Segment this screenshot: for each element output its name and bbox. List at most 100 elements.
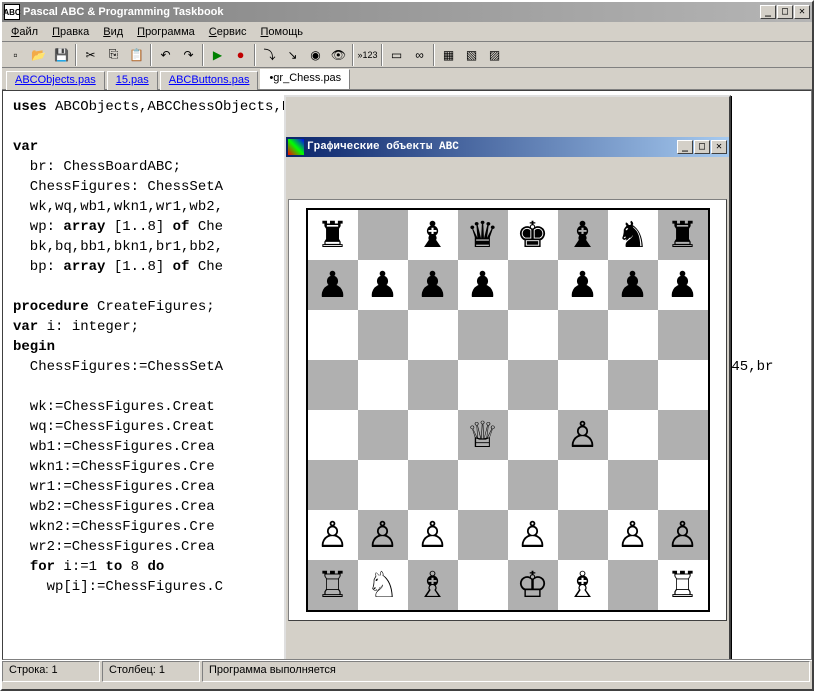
tab-15pas[interactable]: 15.pas: [107, 71, 158, 90]
piece-wP[interactable]: ♙: [416, 517, 448, 553]
square[interactable]: [508, 310, 558, 360]
piece-wB[interactable]: ♗: [566, 567, 598, 603]
square[interactable]: [458, 460, 508, 510]
square[interactable]: [508, 460, 558, 510]
piece-bK[interactable]: ♚: [516, 217, 548, 253]
piece-bP[interactable]: ♟: [366, 267, 398, 303]
square[interactable]: [308, 460, 358, 510]
square[interactable]: ♗: [408, 560, 458, 610]
tab-ABCButtonspas[interactable]: ABCButtons.pas: [160, 71, 259, 90]
square[interactable]: [658, 410, 708, 460]
square[interactable]: [358, 360, 408, 410]
square[interactable]: ♟: [558, 260, 608, 310]
editor-button[interactable]: ▦: [437, 44, 460, 66]
square[interactable]: ♜: [658, 210, 708, 260]
square[interactable]: [458, 360, 508, 410]
piece-wN[interactable]: ♘: [366, 567, 398, 603]
cut-button[interactable]: ✂: [79, 44, 102, 66]
redo-button[interactable]: ↷: [177, 44, 200, 66]
square[interactable]: ♛: [458, 210, 508, 260]
square[interactable]: ♜: [308, 210, 358, 260]
open-button[interactable]: 📂: [27, 44, 50, 66]
square[interactable]: [358, 310, 408, 360]
piece-bN[interactable]: ♞: [616, 217, 648, 253]
piece-wQ[interactable]: ♕: [466, 417, 498, 453]
piece-bB[interactable]: ♝: [566, 217, 598, 253]
save-button[interactable]: 💾: [50, 44, 73, 66]
square[interactable]: [458, 310, 508, 360]
piece-wR[interactable]: ♖: [666, 567, 698, 603]
piece-wB[interactable]: ♗: [416, 567, 448, 603]
piece-bB[interactable]: ♝: [416, 217, 448, 253]
square[interactable]: [508, 360, 558, 410]
main-titlebar[interactable]: ABC Pascal ABC & Programming Taskbook _ …: [2, 2, 812, 22]
square[interactable]: ♙: [658, 510, 708, 560]
square[interactable]: [408, 460, 458, 510]
input-button[interactable]: »123: [356, 44, 379, 66]
piece-wP[interactable]: ♙: [516, 517, 548, 553]
tab-ABCObjectspas[interactable]: ABCObjects.pas: [6, 71, 105, 90]
square[interactable]: [658, 460, 708, 510]
square[interactable]: [508, 410, 558, 460]
square[interactable]: [408, 310, 458, 360]
square[interactable]: [608, 410, 658, 460]
square[interactable]: [608, 460, 658, 510]
square[interactable]: [508, 260, 558, 310]
square[interactable]: ♝: [558, 210, 608, 260]
square[interactable]: [408, 360, 458, 410]
square[interactable]: ♘: [358, 560, 408, 610]
square[interactable]: ♕: [458, 410, 508, 460]
piece-bP[interactable]: ♟: [566, 267, 598, 303]
square[interactable]: ♙: [358, 510, 408, 560]
piece-wP[interactable]: ♙: [366, 517, 398, 553]
tasks-button[interactable]: ▧: [460, 44, 483, 66]
square[interactable]: ♙: [308, 510, 358, 560]
square[interactable]: ♟: [358, 260, 408, 310]
square[interactable]: ♟: [458, 260, 508, 310]
piece-bQ[interactable]: ♛: [466, 217, 498, 253]
piece-bP[interactable]: ♟: [416, 267, 448, 303]
square[interactable]: ♔: [508, 560, 558, 610]
graphics-minimize-button[interactable]: _: [677, 140, 693, 154]
square[interactable]: ♗: [558, 560, 608, 610]
piece-wR[interactable]: ♖: [316, 567, 348, 603]
menu-Помощь[interactable]: Помощь: [253, 24, 310, 40]
piece-bP[interactable]: ♟: [466, 267, 498, 303]
piece-bP[interactable]: ♟: [616, 267, 648, 303]
piece-wP[interactable]: ♙: [566, 417, 598, 453]
square[interactable]: [358, 210, 408, 260]
stop-button[interactable]: ●: [229, 44, 252, 66]
square[interactable]: ♖: [658, 560, 708, 610]
square[interactable]: ♙: [408, 510, 458, 560]
compile-button[interactable]: ▨: [483, 44, 506, 66]
menu-Программа[interactable]: Программа: [130, 24, 202, 40]
square[interactable]: [608, 310, 658, 360]
square[interactable]: [458, 510, 508, 560]
square[interactable]: ♖: [308, 560, 358, 610]
square[interactable]: [558, 310, 608, 360]
menu-Сервис[interactable]: Сервис: [202, 24, 254, 40]
piece-wK[interactable]: ♔: [516, 567, 548, 603]
piece-wP[interactable]: ♙: [666, 517, 698, 553]
square[interactable]: ♝: [408, 210, 458, 260]
square[interactable]: [308, 410, 358, 460]
square[interactable]: [608, 360, 658, 410]
square[interactable]: ♟: [308, 260, 358, 310]
minimize-button[interactable]: _: [760, 5, 776, 19]
output-button[interactable]: ▭: [385, 44, 408, 66]
new-button[interactable]: ▫: [4, 44, 27, 66]
square[interactable]: [558, 360, 608, 410]
undo-button[interactable]: ↶: [154, 44, 177, 66]
close-button[interactable]: ✕: [794, 5, 810, 19]
square[interactable]: [408, 410, 458, 460]
tab-grChesspas[interactable]: •gr_Chess.pas: [260, 69, 350, 89]
breakpoint-button[interactable]: ◉: [304, 44, 327, 66]
square[interactable]: [658, 310, 708, 360]
square[interactable]: [308, 310, 358, 360]
square[interactable]: [458, 560, 508, 610]
square[interactable]: [658, 360, 708, 410]
square[interactable]: [558, 460, 608, 510]
square[interactable]: ♙: [558, 410, 608, 460]
square[interactable]: ♟: [608, 260, 658, 310]
square[interactable]: [308, 360, 358, 410]
